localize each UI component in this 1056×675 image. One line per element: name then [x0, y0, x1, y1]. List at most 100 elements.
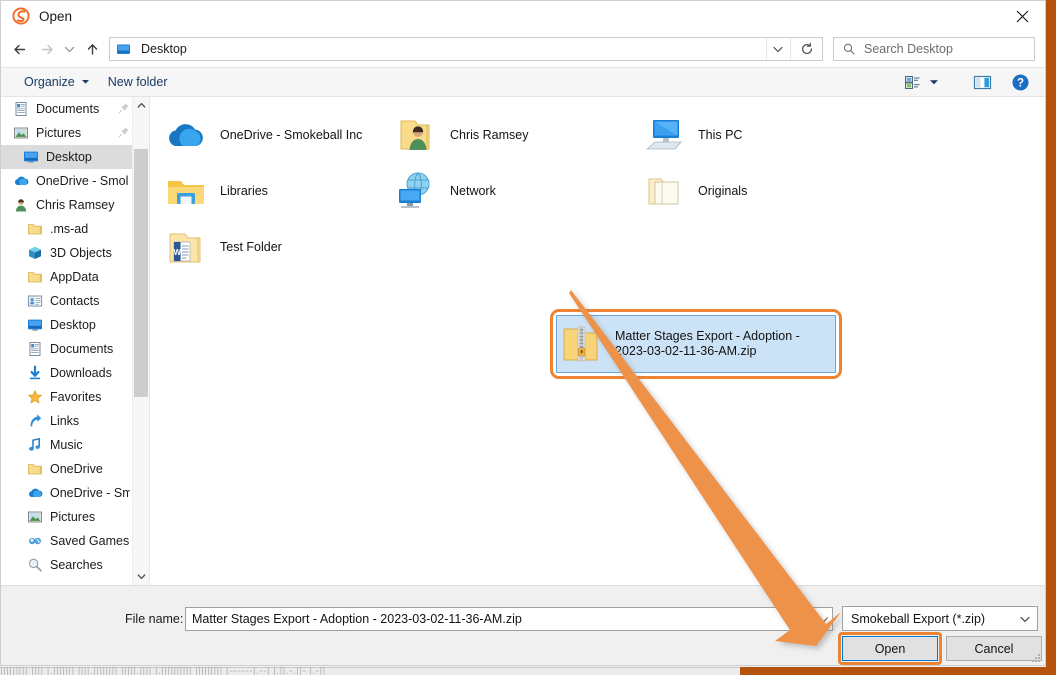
new-folder-button[interactable]: New folder — [99, 70, 177, 94]
sidebar-item-pictures[interactable]: Pictures — [1, 121, 132, 145]
file-name-line-2: 2023-03-02-11-36-AM.zip — [615, 344, 757, 358]
search-input[interactable]: Search Desktop — [833, 37, 1035, 61]
onedrive-cloud-icon — [162, 111, 210, 159]
smokeball-logo-icon — [11, 6, 31, 26]
file-item-label: This PC — [698, 127, 743, 142]
filter-chevron-down-icon[interactable] — [1013, 607, 1037, 630]
sidebar-item-onedrive-sm[interactable]: OneDrive - Sm — [1, 481, 132, 505]
file-list-pane[interactable]: OneDrive - Smokeball Inc Libraries W Test F… — [149, 97, 1045, 585]
sidebar-item-documents[interactable]: Documents — [1, 97, 132, 121]
pictures-icon — [13, 125, 29, 141]
view-caret-down-icon[interactable] — [925, 70, 943, 94]
sidebar-item-pictures[interactable]: Pictures — [1, 505, 132, 529]
file-type-filter-select[interactable]: Smokeball Export (*.zip) — [842, 606, 1038, 631]
documents-icon — [13, 101, 29, 117]
sidebar-item-label: OneDrive - Smol — [36, 174, 129, 188]
file-item[interactable]: Libraries — [162, 165, 268, 217]
sidebar-scroll-thumb[interactable] — [134, 149, 148, 397]
sidebar-item-saved-games[interactable]: Saved Games — [1, 529, 132, 553]
open-file-dialog: Open Desktop Search Desktop Organize New… — [0, 0, 1046, 666]
sidebar-item-label: Music — [50, 438, 83, 452]
file-item[interactable]: Chris Ramsey — [392, 109, 529, 161]
sidebar-item-label: AppData — [50, 270, 99, 284]
file-item[interactable]: Originals — [640, 165, 747, 217]
file-item-label: OneDrive - Smokeball Inc — [220, 127, 363, 142]
contacts-icon — [27, 293, 43, 309]
resize-grip-icon[interactable] — [1030, 651, 1042, 663]
dialog-title: Open — [39, 8, 73, 24]
sidebar-item-downloads[interactable]: Downloads — [1, 361, 132, 385]
sidebar-item-contacts[interactable]: Contacts — [1, 289, 132, 313]
sidebar-item-desktop[interactable]: Desktop — [1, 145, 132, 169]
sidebar-item-music[interactable]: Music — [1, 433, 132, 457]
file-name-line-1: Matter Stages Export - Adoption - — [615, 329, 800, 343]
favorites-icon — [27, 389, 43, 405]
scroll-up-chevron-icon[interactable] — [133, 97, 149, 114]
recent-locations-chevron-down-icon[interactable] — [59, 36, 79, 62]
address-chevron-down-icon[interactable] — [766, 38, 788, 60]
arrow-left-icon[interactable] — [7, 36, 33, 62]
preview-pane-icon[interactable] — [969, 70, 995, 94]
filename-input[interactable]: Matter Stages Export - Adoption - 2023-0… — [185, 607, 833, 631]
music-icon — [27, 437, 43, 453]
organize-button[interactable]: Organize — [15, 70, 99, 94]
sidebar-item-label: Desktop — [50, 318, 96, 332]
desktop-icon — [27, 317, 43, 333]
sidebar-item-desktop[interactable]: Desktop — [1, 313, 132, 337]
sidebar-scrollbar[interactable] — [132, 97, 149, 585]
filename-value: Matter Stages Export - Adoption - 2023-0… — [192, 612, 522, 626]
sidebar-item-label: .ms-ad — [50, 222, 89, 236]
search-icon — [838, 42, 860, 56]
sidebar-item-ms-ad[interactable]: .ms-ad — [1, 217, 132, 241]
onedrive-icon — [13, 173, 29, 189]
file-item[interactable]: W Test Folder — [162, 221, 282, 273]
view-layout-icon[interactable] — [899, 70, 925, 94]
help-icon[interactable]: ? — [1007, 70, 1033, 94]
sidebar-item-appdata[interactable]: AppData — [1, 265, 132, 289]
sidebar-item-label: OneDrive — [50, 462, 103, 476]
sidebar-item-label: Documents — [36, 102, 100, 116]
file-item[interactable]: OneDrive - Smokeball Inc — [162, 109, 362, 161]
dialog-body: Documents Pictures Desktop OneDrive - Smol C… — [1, 97, 1045, 585]
onedrive-icon — [27, 485, 43, 501]
file-type-filter-value: Smokeball Export (*.zip) — [851, 611, 986, 626]
file-item-selected[interactable]: Matter Stages Export - Adoption - 2023-0… — [556, 315, 836, 373]
user-folder-icon — [392, 111, 440, 159]
close-icon[interactable] — [999, 1, 1045, 31]
sidebar-item-3d-objects[interactable]: 3D Objects — [1, 241, 132, 265]
scroll-down-chevron-icon[interactable] — [133, 568, 149, 585]
open-button[interactable]: Open — [842, 636, 938, 661]
navigation-sidebar: Documents Pictures Desktop OneDrive - Smol C… — [1, 97, 149, 585]
file-item[interactable]: This PC — [640, 109, 742, 161]
arrow-up-icon[interactable] — [79, 36, 105, 62]
refresh-icon[interactable] — [790, 38, 822, 60]
filename-chevron-down-icon[interactable] — [814, 608, 832, 630]
links-icon — [27, 413, 43, 429]
sidebar-item-documents[interactable]: Documents — [1, 337, 132, 361]
desktop-icon — [116, 42, 134, 57]
address-bar[interactable]: Desktop — [109, 37, 823, 61]
sidebar-item-links[interactable]: Links — [1, 409, 132, 433]
new-folder-label: New folder — [107, 75, 168, 89]
sidebar-item-favorites[interactable]: Favorites — [1, 385, 132, 409]
sidebar-item-chris-ramsey[interactable]: Chris Ramsey — [1, 193, 132, 217]
pin-icon[interactable] — [118, 102, 130, 117]
sidebar-item-label: Links — [50, 414, 80, 428]
pin-icon[interactable] — [118, 126, 130, 141]
sidebar-item-onedrive-smol[interactable]: OneDrive - Smol — [1, 169, 132, 193]
arrow-right-icon — [33, 36, 59, 62]
sidebar-item-label: Contacts — [50, 294, 100, 308]
navigation-bar: Desktop Search Desktop — [1, 31, 1045, 67]
sidebar-item-searches[interactable]: Searches — [1, 553, 132, 577]
file-item-label: Libraries — [220, 183, 268, 198]
cancel-button[interactable]: Cancel — [946, 636, 1042, 661]
sidebar-item-label: Desktop — [46, 150, 92, 164]
file-item[interactable]: Network — [392, 165, 496, 217]
background-accent-strip — [740, 667, 1046, 675]
user-icon — [13, 197, 29, 213]
address-path-text: Desktop — [141, 42, 187, 56]
sidebar-item-onedrive[interactable]: OneDrive — [1, 457, 132, 481]
libraries-icon — [162, 167, 210, 215]
sidebar-item-label: Searches — [50, 558, 103, 572]
sidebar-item-label: Pictures — [50, 510, 96, 524]
